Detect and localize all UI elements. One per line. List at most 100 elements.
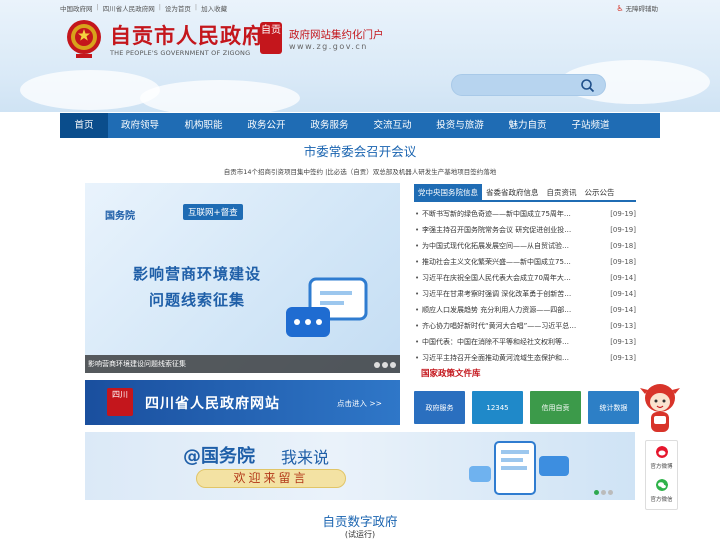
news-title[interactable]: 不断书写新的绿色奇迹——新中国成立75周年… <box>422 206 606 222</box>
state-council-banner[interactable]: @国务院 我来说 欢迎来留言 <box>85 432 635 500</box>
tab-zigong-news[interactable]: 自贡资讯 <box>543 184 581 200</box>
tab-central-info[interactable]: 党中央国务院信息 <box>414 184 482 200</box>
nav-item-departments[interactable]: 机构职能 <box>172 113 235 138</box>
news-date: [09-14] <box>610 306 636 314</box>
headline-subtitle[interactable]: 自贡市14个招商引资项目集中签约 |比必选（自贡）双总部及机器人研发生产基地项目… <box>0 166 720 176</box>
news-date: [09-18] <box>610 258 636 266</box>
main-nav: 首页 政府领导 机构职能 政务公开 政务服务 交流互动 投资与旅游 魅力自贡 子… <box>60 113 660 138</box>
headline-title[interactable]: 市委常委会召开会议 <box>0 141 720 160</box>
service-thumbnails: 政府服务 12345 信用自贡 统计数据 <box>414 391 639 424</box>
link-central-gov[interactable]: 中国政府网 <box>60 3 93 13</box>
banner-caption: 影响营商环境建设问题线索征集 <box>88 360 186 368</box>
thumb-credit-zigong[interactable]: 信用自贡 <box>530 391 581 424</box>
link-set-homepage[interactable]: 设为首页 <box>165 3 191 13</box>
separator: | <box>96 3 99 11</box>
bullet: • <box>415 290 420 298</box>
wide-banner-title-b: 我来说 <box>281 448 330 467</box>
sichuan-gov-banner[interactable]: 四川 四川省人民政府网站 点击进入 >> <box>85 380 400 425</box>
site-title: 自贡市人民政府 <box>110 23 264 48</box>
carousel-dot[interactable] <box>594 490 599 495</box>
tab-announcements[interactable]: 公示公告 <box>581 184 619 200</box>
news-title[interactable]: 为中国式现代化拓展发展空间——从自贸试验… <box>422 238 606 254</box>
nav-item-interaction[interactable]: 交流互动 <box>361 113 424 138</box>
social-sidebar: 官方微博 官方微信 <box>645 440 678 510</box>
thumb-12345-hotline[interactable]: 12345 <box>472 391 523 424</box>
nav-item-services[interactable]: 政务服务 <box>298 113 361 138</box>
zigong-logo: 自贡 <box>260 22 282 54</box>
mascot-icon[interactable] <box>638 380 682 438</box>
search-box <box>451 74 606 96</box>
search-input[interactable] <box>462 78 577 92</box>
list-item[interactable]: • 中国代表：中国在消除不平等和经社文权利等… [09-13] <box>415 334 636 350</box>
news-list: • 不断书写新的绿色奇迹——新中国成立75周年… [09-19] • 李强主持召开国务… <box>415 206 636 366</box>
news-title[interactable]: 习近平在庆祝全国人民代表大会成立70周年大… <box>422 270 606 286</box>
site-title-english: THE PEOPLE'S GOVERNMENT OF ZIGONG <box>110 49 251 57</box>
accessibility-link[interactable]: ♿ 无障碍辅助 <box>616 3 658 14</box>
bullet: • <box>415 226 420 234</box>
link-add-favorite[interactable]: 加入收藏 <box>201 3 227 13</box>
banner-line-2: 问题线索征集 <box>149 291 246 309</box>
portal-title: 政府网站集约化门户 <box>289 29 384 41</box>
list-item[interactable]: • 不断书写新的绿色奇迹——新中国成立75周年… [09-19] <box>415 206 636 222</box>
bullet: • <box>415 258 420 266</box>
news-date: [09-14] <box>610 290 636 298</box>
bullet: • <box>415 338 420 346</box>
banner-brand: 国务院 <box>105 211 135 222</box>
carousel-dot[interactable] <box>608 490 613 495</box>
nav-item-invest-travel[interactable]: 投资与旅游 <box>424 113 496 138</box>
wechat-icon[interactable] <box>656 479 668 491</box>
news-title[interactable]: 推动社会主义文化繁荣兴盛——新中国成立75… <box>422 254 606 270</box>
weibo-icon[interactable] <box>656 446 668 458</box>
news-title[interactable]: 中国代表：中国在消除不平等和经社文权利等… <box>422 334 606 350</box>
bullet: • <box>415 306 420 314</box>
list-item[interactable]: • 习近平在庆祝全国人民代表大会成立70周年大… [09-14] <box>415 270 636 286</box>
news-date: [09-13] <box>610 338 636 346</box>
news-date: [09-19] <box>610 226 636 234</box>
wide-banner-dots <box>594 490 613 495</box>
news-title[interactable]: 习近平在甘肃考察时强调 深化改革勇于创新苦… <box>422 286 606 302</box>
separator: | <box>158 3 161 11</box>
bullet: • <box>415 322 420 330</box>
news-date: [09-18] <box>610 242 636 250</box>
list-item[interactable]: • 李强主持召开国务院常务会议 研究促进创业投… [09-19] <box>415 222 636 238</box>
nav-item-substations[interactable]: 子站频道 <box>559 113 622 138</box>
bullet: • <box>415 354 420 362</box>
nav-item-leaders[interactable]: 政府领导 <box>108 113 172 138</box>
list-item[interactable]: • 习近平主持召开全面推动黄河流域生态保护和… [09-13] <box>415 350 636 366</box>
sichuan-seal-icon: 四川 <box>107 388 133 416</box>
list-item[interactable]: • 为中国式现代化拓展发展空间——从自贸试验… [09-18] <box>415 238 636 254</box>
carousel-dot[interactable] <box>382 362 388 368</box>
policy-library-link[interactable]: 国家政策文件库 <box>421 367 481 379</box>
news-tabs: 党中央国务院信息 省委省政府信息 自贡资讯 公示公告 <box>414 184 636 202</box>
weibo-label[interactable]: 官方微博 <box>646 462 677 470</box>
news-title[interactable]: 李强主持召开国务院常务会议 研究促进创业投… <box>422 222 606 238</box>
nav-item-open-gov[interactable]: 政务公开 <box>235 113 298 138</box>
nav-item-charm-zigong[interactable]: 魅力自贡 <box>496 113 559 138</box>
chat-bubble-icon <box>286 277 368 337</box>
list-item[interactable]: • 推动社会主义文化繁荣兴盛——新中国成立75… [09-18] <box>415 254 636 270</box>
news-title[interactable]: 习近平主持召开全面推动黄河流域生态保护和… <box>422 350 606 366</box>
carousel-banner[interactable]: 国务院 互联网+督查 影响营商环境建设 问题线索征集 影响营商环境建设问题线索征… <box>85 183 400 373</box>
digital-gov-title[interactable]: 自贡数字政府 <box>0 511 720 530</box>
carousel-dot[interactable] <box>601 490 606 495</box>
sichuan-enter-link[interactable]: 点击进入 >> <box>337 398 382 409</box>
news-date: [09-13] <box>610 322 636 330</box>
nav-item-home[interactable]: 首页 <box>60 113 108 138</box>
thumb-gov-service[interactable]: 政府服务 <box>414 391 465 424</box>
link-sichuan-gov[interactable]: 四川省人民政府网 <box>103 3 155 13</box>
tab-provincial-info[interactable]: 省委省政府信息 <box>482 184 543 200</box>
news-title[interactable]: 顺应人口发展趋势 充分利用人力资源——四部… <box>422 302 606 318</box>
list-item[interactable]: • 习近平在甘肃考察时强调 深化改革勇于创新苦… [09-14] <box>415 286 636 302</box>
search-icon[interactable] <box>580 78 595 93</box>
news-title[interactable]: 齐心协力唱好新时代“黄河大合唱”——习近平总… <box>422 318 606 334</box>
thumb-statistics[interactable]: 统计数据 <box>588 391 639 424</box>
bullet: • <box>415 274 420 282</box>
top-links-bar: 中国政府网 | 四川省人民政府网 | 设为首页 | 加入收藏 <box>60 3 227 13</box>
carousel-dot[interactable] <box>374 362 380 368</box>
sichuan-banner-title: 四川省人民政府网站 <box>145 396 280 412</box>
list-item[interactable]: • 齐心协力唱好新时代“黄河大合唱”——习近平总… [09-13] <box>415 318 636 334</box>
carousel-dot[interactable] <box>390 362 396 368</box>
wechat-label[interactable]: 官方微信 <box>646 495 677 503</box>
list-item[interactable]: • 顺应人口发展趋势 充分利用人力资源——四部… [09-14] <box>415 302 636 318</box>
separator: | <box>194 3 198 11</box>
